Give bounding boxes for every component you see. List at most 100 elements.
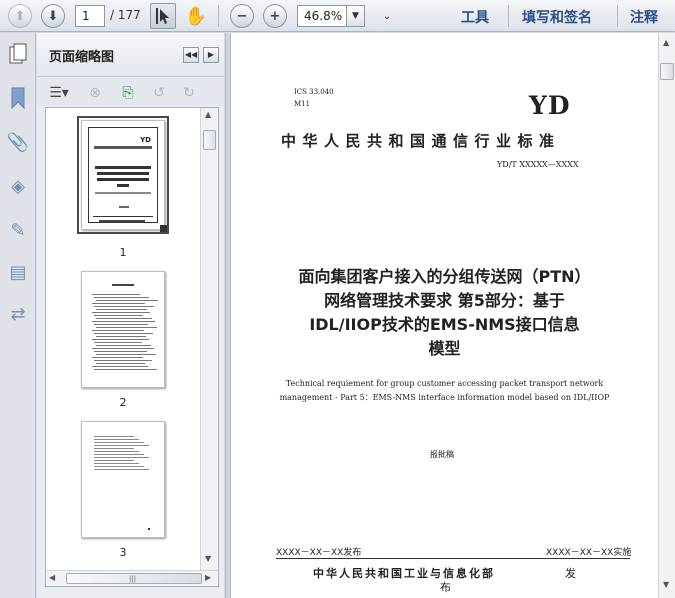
- thumbnail-text-line: [94, 469, 149, 470]
- insert-page-icon: ⎘: [122, 85, 134, 101]
- thumbnail-options-button[interactable]: ☰▾: [45, 83, 73, 103]
- thumbnail-text-line: [92, 366, 148, 367]
- rotate-left-icon: ↺: [153, 85, 165, 101]
- thumbnail-text-line: [94, 460, 134, 461]
- thumbnail-text-line: [92, 312, 150, 313]
- thumbnail-text-line: [94, 466, 144, 467]
- thumbnail-text-line: [94, 454, 144, 455]
- compare-icon: ⇄: [10, 303, 26, 325]
- page-thumbnail[interactable]: [81, 421, 165, 538]
- rotate-right-icon: ↻: [183, 85, 195, 101]
- select-cursor-icon: [156, 8, 169, 24]
- english-title-line: Technical requiement for group customer …: [285, 379, 604, 388]
- zoom-dropdown-button[interactable]: ▼: [347, 5, 365, 27]
- scroll-down-icon[interactable]: ▼: [205, 554, 211, 563]
- page-icon: ▤: [9, 261, 27, 283]
- thumbnail-text-line: [94, 369, 157, 370]
- toolbar-divider: [508, 5, 509, 27]
- up-arrow-icon: ⬆: [14, 8, 26, 24]
- comment-menu[interactable]: 注释: [630, 7, 658, 27]
- issuer: 中华人民共和国工业与信息化部: [313, 567, 495, 580]
- scroll-right-icon[interactable]: ▶: [205, 573, 211, 582]
- page-thumbnail[interactable]: YD: [77, 116, 169, 234]
- zoom-level-input[interactable]: 46.8%: [297, 5, 347, 27]
- thumbnail-text-line: [94, 315, 143, 316]
- thumbnail-text-line: [94, 297, 149, 298]
- scrollbar-thumb[interactable]: |||: [66, 573, 202, 584]
- thumbnail-text-line: [94, 445, 149, 446]
- previous-page-button[interactable]: ⬆: [8, 4, 32, 28]
- document-title: 面向集团客户接入的分组传送网（PTN） 网络管理技术要求 第5部分：基于 IDL…: [231, 265, 658, 361]
- draft-status: 报批稿: [430, 450, 454, 459]
- main-toolbar: ⬆ ⬇ 1 / 177 ✋ − + 46.8% ▼ ⌄ 工具 填写和签名 注释: [0, 0, 675, 32]
- bookmarks-button[interactable]: [5, 85, 31, 111]
- thumbnail-text-line: [94, 439, 139, 440]
- rotate-right-button[interactable]: ↻: [179, 83, 199, 103]
- thumbnail-text-line: [92, 294, 140, 295]
- fill-sign-menu[interactable]: 填写和签名: [522, 7, 592, 27]
- scroll-up-icon[interactable]: ▲: [205, 110, 211, 119]
- zoom-out-button[interactable]: −: [230, 4, 254, 28]
- bookmark-icon: [11, 87, 25, 109]
- tools-menu[interactable]: 工具: [461, 7, 489, 27]
- thumbnail-text-line: [96, 309, 147, 310]
- thumbnail-text-line: [94, 306, 154, 307]
- down-arrow-icon: ⬇: [47, 8, 59, 24]
- thumbnail-text-line: [94, 457, 149, 458]
- zoom-in-button[interactable]: +: [263, 4, 287, 28]
- thumbnail-label: 1: [119, 246, 127, 259]
- next-page-button[interactable]: ⬇: [41, 4, 65, 28]
- scrollbar-thumb[interactable]: [203, 130, 216, 150]
- zoom-in-icon: +: [269, 8, 281, 24]
- panel-options-button[interactable]: ▶: [203, 47, 219, 63]
- attachments-button[interactable]: 📎: [5, 129, 31, 155]
- standard-number: YD/T XXXXX—XXXX: [497, 160, 579, 169]
- scroll-down-icon[interactable]: ▼: [663, 580, 669, 589]
- publish-date: XXXX－XX－XX发布: [276, 548, 362, 558]
- signatures-button[interactable]: ✎: [5, 217, 31, 243]
- title-line: 网络管理技术要求 第5部分：基于: [324, 291, 565, 310]
- thumbnail-horizontal-scrollbar[interactable]: ◀ ||| ▶: [46, 570, 218, 586]
- toolbar-divider: [218, 5, 219, 27]
- insert-pages-button[interactable]: ⎘: [118, 83, 138, 103]
- page-number-input[interactable]: 1: [75, 5, 105, 27]
- document-vertical-scrollbar[interactable]: ▲ ▼: [658, 33, 675, 598]
- page-info-button[interactable]: ▤: [5, 259, 31, 285]
- thumbnail-label: 3: [119, 546, 127, 559]
- implement-date: XXXX－XX－XX实施: [546, 548, 632, 558]
- page-thumbnail[interactable]: [81, 271, 165, 388]
- thumbnail-text-line: [92, 321, 155, 322]
- thumbnail-text-line: [94, 448, 134, 449]
- layers-icon: ◈: [11, 175, 25, 197]
- collapse-panel-button[interactable]: ◀◀: [183, 47, 199, 63]
- scrollbar-thumb[interactable]: [660, 63, 674, 80]
- chevron-down-icon: ▼: [352, 11, 359, 21]
- delete-page-button[interactable]: ⊗: [85, 83, 105, 103]
- content-button[interactable]: ⇄: [5, 301, 31, 327]
- thumbnail-text-line: [94, 360, 152, 361]
- scroll-left-icon[interactable]: ◀: [49, 573, 55, 582]
- hand-tool-button[interactable]: ✋: [183, 3, 209, 29]
- page-thumbnails-button[interactable]: [5, 41, 31, 67]
- footer-rule: [276, 558, 630, 559]
- delete-icon: ⊗: [89, 85, 101, 101]
- rotate-left-button[interactable]: ↺: [149, 83, 169, 103]
- issuer-continued: 布: [440, 581, 451, 594]
- thumbnail-list: YD 1 2 3 ▲ ▼ ◀ ||| ▶: [45, 107, 219, 587]
- issuer-suffix: 发: [565, 567, 576, 580]
- thumbnail-text-line: [94, 436, 134, 437]
- more-tools-button[interactable]: ⌄: [374, 3, 400, 29]
- layers-button[interactable]: ◈: [5, 173, 31, 199]
- thumbnail-vertical-scrollbar[interactable]: ▲ ▼: [200, 108, 218, 570]
- signature-icon: ✎: [10, 219, 26, 241]
- panel-title: 页面缩略图: [49, 50, 115, 65]
- select-tool-button[interactable]: [150, 3, 176, 29]
- scroll-up-icon[interactable]: ▲: [663, 38, 669, 47]
- standard-org-title: 中华人民共和国通信行业标准: [281, 132, 561, 150]
- category-code: M11: [294, 100, 311, 108]
- title-line: 面向集团客户接入的分组传送网（PTN）: [298, 267, 591, 286]
- thumbnail-text-line: [94, 333, 153, 334]
- attachment-icon: 📎: [6, 131, 30, 153]
- thumbnail-label: 2: [119, 396, 127, 409]
- thumbnail-text-line: [96, 327, 157, 328]
